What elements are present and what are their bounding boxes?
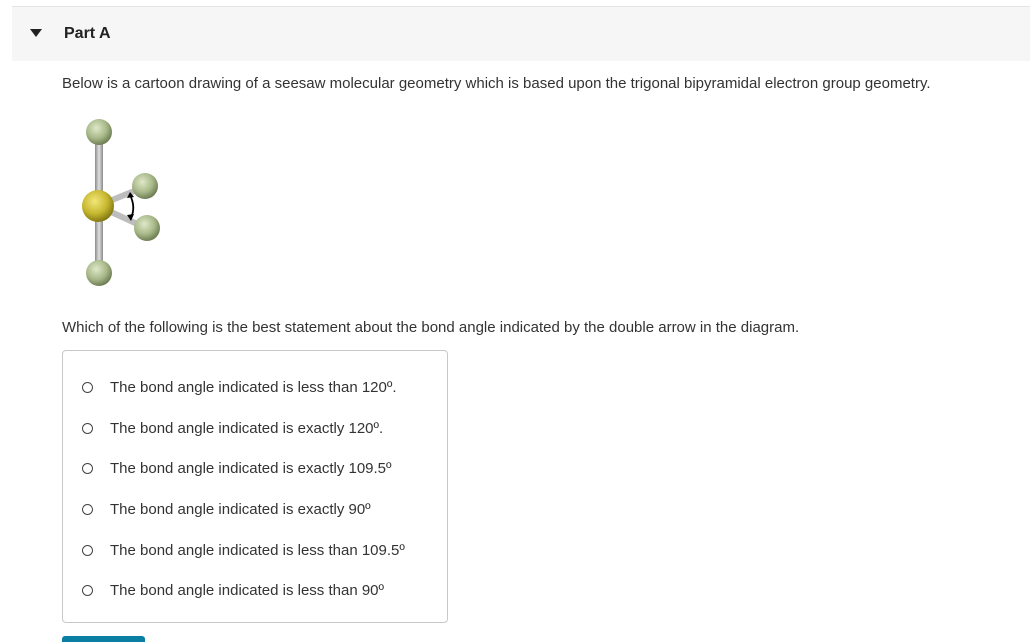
choice-label[interactable]: The bond angle indicated is exactly 90º xyxy=(110,501,371,518)
choice-label[interactable]: The bond angle indicated is exactly 109.… xyxy=(110,460,392,477)
choice-label[interactable]: The bond angle indicated is exactly 120º… xyxy=(110,420,383,437)
seesaw-molecule-image xyxy=(70,110,180,295)
radio-unchecked-icon[interactable] xyxy=(82,545,93,556)
radio-unchecked-icon[interactable] xyxy=(82,382,93,393)
submit-button[interactable] xyxy=(62,636,145,642)
choice-label[interactable]: The bond angle indicated is less than 10… xyxy=(110,542,405,559)
choice-option[interactable]: The bond angle indicated is exactly 120º… xyxy=(63,415,447,445)
radio-unchecked-icon[interactable] xyxy=(82,504,93,515)
outer-atom-right-upper xyxy=(132,173,158,199)
central-atom xyxy=(82,190,114,222)
radio-unchecked-icon[interactable] xyxy=(82,585,93,596)
outer-atom-top xyxy=(86,119,112,145)
radio-unchecked-icon[interactable] xyxy=(82,423,93,434)
part-title: Part A xyxy=(64,25,111,42)
choice-option[interactable]: The bond angle indicated is exactly 109.… xyxy=(63,455,447,485)
choice-label[interactable]: The bond angle indicated is less than 12… xyxy=(110,379,397,396)
radio-unchecked-icon[interactable] xyxy=(82,463,93,474)
choice-option[interactable]: The bond angle indicated is less than 90… xyxy=(63,577,447,607)
outer-atom-right-lower xyxy=(134,215,160,241)
caret-down-icon[interactable] xyxy=(30,29,42,37)
intro-text: Below is a cartoon drawing of a seesaw m… xyxy=(62,75,931,92)
outer-atom-bottom xyxy=(86,260,112,286)
part-header[interactable]: Part A xyxy=(12,6,1030,61)
question-text: Which of the following is the best state… xyxy=(62,319,800,336)
choice-option[interactable]: The bond angle indicated is less than 12… xyxy=(63,374,447,404)
choice-option[interactable]: The bond angle indicated is exactly 90º xyxy=(63,496,447,526)
choice-option[interactable]: The bond angle indicated is less than 10… xyxy=(63,537,447,567)
page: Part A Below is a cartoon drawing of a s… xyxy=(0,0,1030,642)
choice-label[interactable]: The bond angle indicated is less than 90… xyxy=(110,582,384,599)
answer-choices: The bond angle indicated is less than 12… xyxy=(62,350,448,623)
